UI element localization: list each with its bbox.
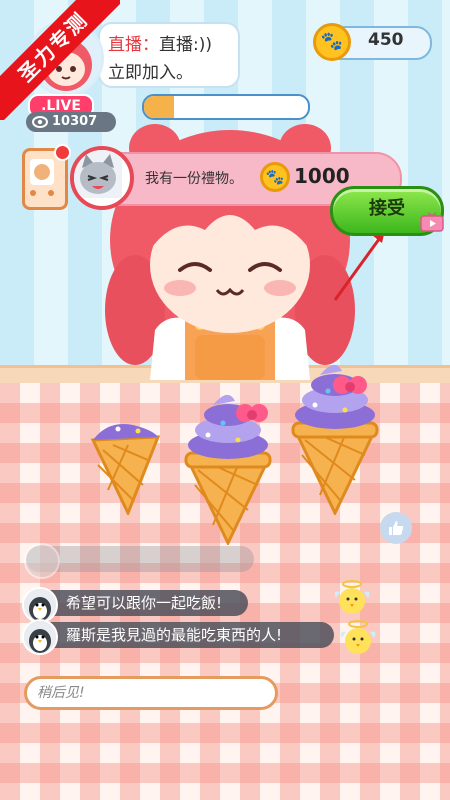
stream-progress-fill: [144, 96, 174, 118]
penguin-icon: [24, 589, 56, 621]
chat-message: 羅斯是我見過的最能吃東西的人!: [26, 622, 334, 648]
paw-coin-icon: 🐾: [313, 23, 351, 61]
stream-subtitle: 立即加入。: [108, 63, 193, 83]
coin-balance-value: 450: [368, 30, 404, 50]
hint-arrow: [333, 230, 385, 301]
like-button[interactable]: [380, 512, 412, 544]
paw-coin-icon: 🐾: [260, 162, 290, 192]
chat-message: 希望可以跟你一起吃飯!: [26, 590, 248, 616]
angel-chick-icon: [334, 580, 370, 614]
test-ribbon-label: 圣力专测: [0, 0, 120, 120]
test-ribbon: 圣力专测: [0, 0, 120, 120]
stream-progress-bar: [142, 94, 310, 120]
thumbs-up-icon: [389, 521, 404, 535]
gift-amount: 1000: [294, 164, 350, 188]
angel-chick-icon: [340, 620, 376, 654]
gift-message: 我有一份禮物。: [145, 171, 243, 187]
penguin-icon: [24, 621, 56, 653]
cat-sender-avatar: [70, 146, 134, 210]
cat-face-icon: [74, 150, 122, 198]
stream-title: 直播:)): [159, 35, 212, 55]
notification-dot: [54, 144, 71, 161]
chat-message-faded: [26, 546, 254, 572]
ice-cream-cone-small[interactable]: [88, 415, 163, 515]
chat-input[interactable]: 稍后见!: [24, 676, 278, 710]
penguin-avatar: [22, 619, 58, 655]
chat-avatar: [24, 543, 60, 579]
video-ad-icon: [420, 212, 444, 232]
cat-card-icon: [30, 159, 54, 196]
ice-cream-cone-medium[interactable]: [183, 385, 273, 545]
penguin-avatar: [22, 587, 58, 623]
